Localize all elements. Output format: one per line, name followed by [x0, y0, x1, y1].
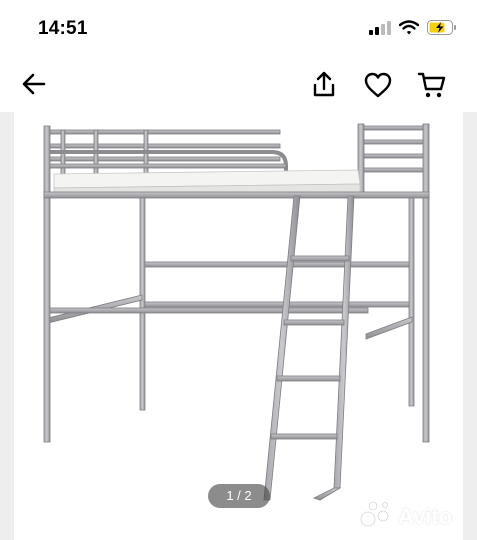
arrow-left-icon[interactable] — [20, 70, 48, 98]
status-icons — [369, 20, 457, 40]
share-icon[interactable] — [309, 70, 339, 100]
avito-logo-icon — [360, 500, 392, 533]
wifi-icon — [398, 20, 420, 40]
watermark-text: Avito — [398, 503, 453, 529]
shopping-cart-icon[interactable] — [417, 70, 447, 100]
heart-icon[interactable] — [363, 70, 393, 100]
gallery-edge-right — [463, 112, 477, 540]
product-image-gallery[interactable]: 1 / 2 Avito — [0, 112, 477, 540]
nav-bar — [0, 56, 477, 110]
product-photo — [43, 123, 430, 501]
gallery-pager: 1 / 2 — [208, 484, 270, 508]
status-time: 14:51 — [38, 18, 88, 39]
cellular-signal-icon — [369, 20, 391, 40]
status-bar: 14:51 — [0, 0, 477, 56]
nav-actions — [309, 70, 447, 100]
watermark: Avito — [360, 500, 452, 533]
gallery-edge-left — [0, 112, 14, 540]
battery-charging-icon — [427, 20, 457, 40]
